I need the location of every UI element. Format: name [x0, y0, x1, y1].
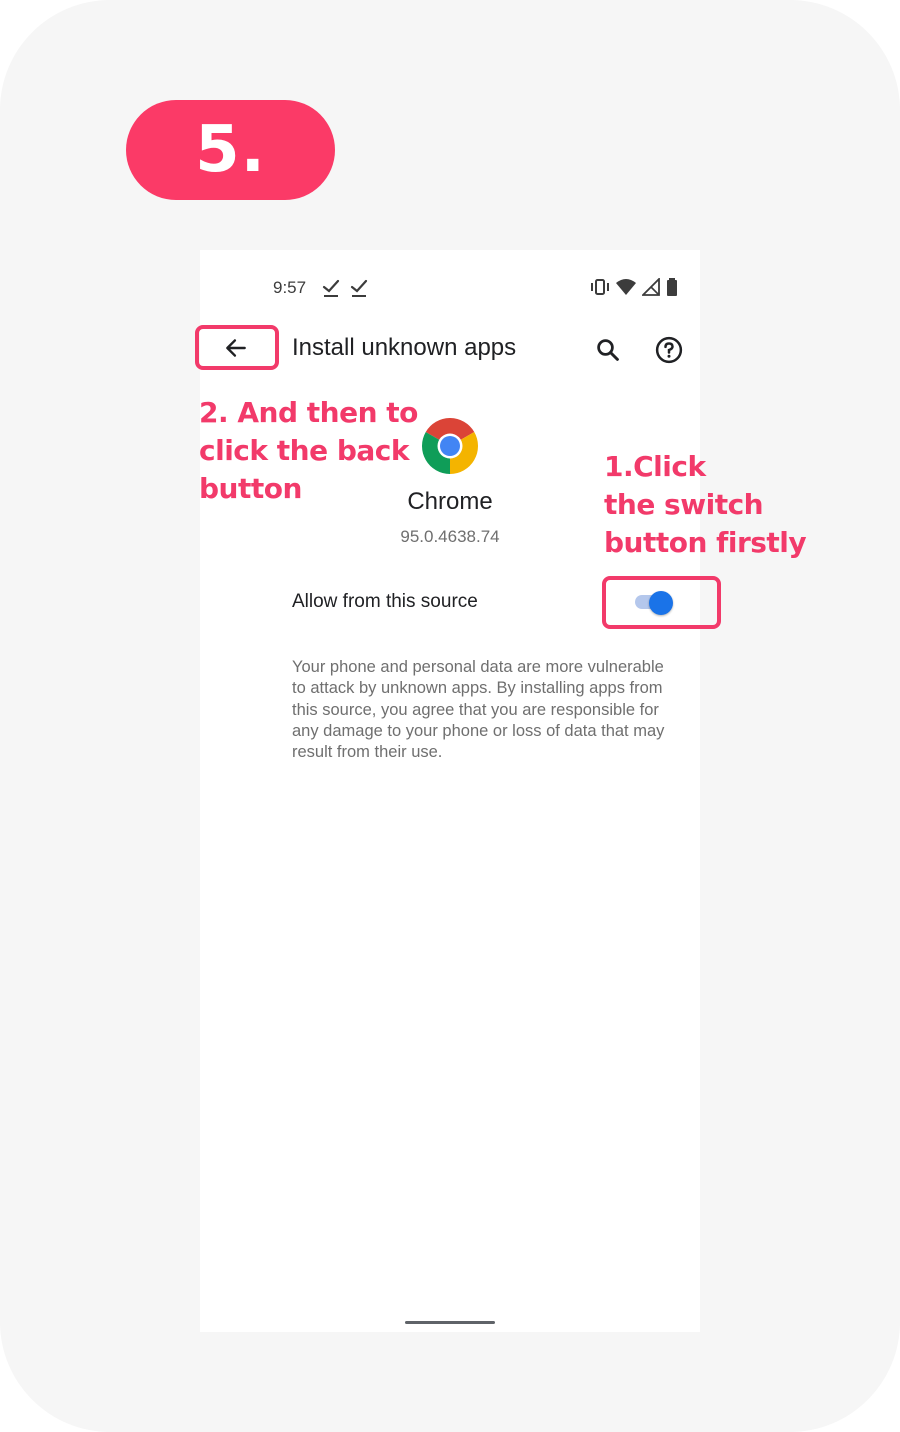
switch-annotation-line: the switch: [604, 488, 764, 521]
help-button[interactable]: [654, 335, 684, 365]
status-time: 9:57: [273, 278, 307, 297]
wifi-icon: [616, 279, 636, 295]
allow-source-label: Allow from this source: [292, 591, 478, 612]
signal-icon: [642, 278, 660, 296]
switch-annotation: 1.Click the switch button firstly: [604, 448, 807, 562]
back-annotation-line: button: [199, 472, 302, 505]
back-button-highlight: [195, 325, 279, 370]
toggle-highlight: [602, 576, 721, 629]
check-icon: [322, 279, 340, 297]
status-icons: [590, 278, 678, 296]
back-annotation-line: 2. And then to: [199, 396, 418, 429]
back-annotation-line: click the back: [199, 434, 409, 467]
gesture-nav-handle[interactable]: [405, 1321, 495, 1324]
vibrate-icon: [591, 279, 609, 295]
search-button[interactable]: [593, 335, 623, 365]
check-icon: [350, 279, 368, 297]
warning-text: Your phone and personal data are more vu…: [292, 658, 665, 762]
search-icon: [597, 339, 619, 361]
status-bar: 9:57: [200, 250, 700, 328]
back-annotation: 2. And then to click the back button: [199, 394, 418, 508]
help-circle-icon: [655, 336, 683, 364]
chrome-logo-icon: [422, 418, 478, 474]
step-badge: 5.: [126, 100, 335, 200]
switch-annotation-line: 1.Click: [604, 450, 706, 483]
page-title: Install unknown apps: [292, 334, 517, 361]
battery-icon: [667, 278, 677, 296]
switch-annotation-line: button firstly: [604, 526, 807, 559]
